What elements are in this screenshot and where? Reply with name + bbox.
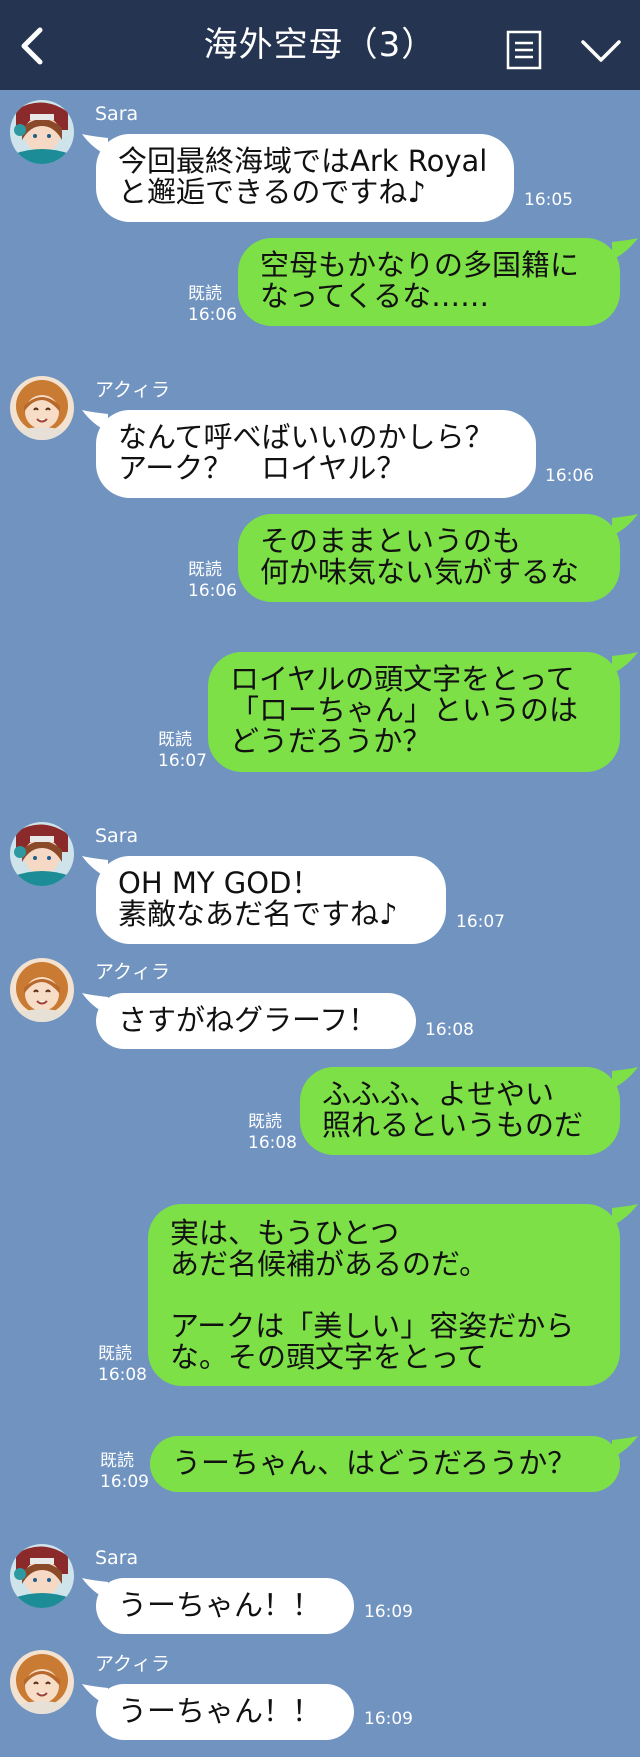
message-bubble[interactable]: OH MY GOD！ 素敵なあだ名ですね♪ <box>96 856 446 944</box>
message-time: 16:08 <box>425 1020 474 1040</box>
message-bubble[interactable]: ふふふ、よせやい 照れるというものだ <box>300 1067 620 1155</box>
message-time: 16:05 <box>524 190 573 210</box>
sender-name: アクィラ <box>95 961 171 983</box>
aquila-avatar[interactable] <box>10 376 74 440</box>
message-time: 16:06 <box>188 581 237 601</box>
message-time: 16:07 <box>456 912 505 932</box>
sara-avatar[interactable] <box>10 100 74 164</box>
message-time: 16:06 <box>545 466 594 486</box>
chevron-down-icon[interactable] <box>580 36 622 66</box>
chat-header: 海外空母（3） <box>0 0 640 90</box>
message-time: 16:08 <box>248 1133 297 1153</box>
message-bubble[interactable]: 実は、もうひとつ あだ名候補があるのだ。 アークは「美しい」容姿だから な。その… <box>148 1204 620 1386</box>
message-bubble[interactable]: ロイヤルの頭文字をとって 「ローちゃん」というのは どうだろうか？ <box>208 652 620 772</box>
sender-name: Sara <box>95 1547 139 1569</box>
sender-name: Sara <box>95 103 139 125</box>
sara-avatar[interactable] <box>10 822 74 886</box>
read-receipt: 既読 <box>188 560 222 580</box>
message-time: 16:06 <box>188 305 237 325</box>
menu-list-icon[interactable] <box>506 30 542 70</box>
message-time: 16:09 <box>364 1602 413 1622</box>
bubble-tail <box>612 1067 638 1089</box>
message-time: 16:08 <box>98 1365 147 1385</box>
message-bubble[interactable]: さすがねグラーフ！ <box>96 993 416 1049</box>
message-bubble[interactable]: なんて呼べばいいのかしら？ アーク？ ロイヤル？ <box>96 410 536 498</box>
bubble-tail <box>612 238 638 260</box>
message-bubble[interactable]: 空母もかなりの多国籍に なってくるな…… <box>238 238 620 326</box>
message-bubble[interactable]: うーちゃん！！ <box>96 1684 354 1740</box>
message-bubble[interactable]: 今回最終海域ではArk Royal と邂逅できるのですね♪ <box>96 134 514 222</box>
bubble-tail <box>612 652 638 674</box>
read-receipt: 既読 <box>188 284 222 304</box>
sara-avatar[interactable] <box>10 1544 74 1608</box>
chat-title: 海外空母（3） <box>203 25 437 65</box>
read-receipt: 既読 <box>248 1112 282 1132</box>
sender-name: アクィラ <box>95 379 171 401</box>
message-time: 16:09 <box>364 1709 413 1729</box>
read-receipt: 既読 <box>98 1344 132 1364</box>
bubble-tail <box>612 1204 638 1226</box>
sender-name: Sara <box>95 825 139 847</box>
bubble-tail <box>612 514 638 536</box>
read-receipt: 既読 <box>100 1451 134 1471</box>
message-bubble[interactable]: そのままというのも 何か味気ない気がするな <box>238 514 620 602</box>
aquila-avatar[interactable] <box>10 958 74 1022</box>
sender-name: アクィラ <box>95 1653 171 1675</box>
message-bubble[interactable]: うーちゃん、はどうだろうか？ <box>150 1436 620 1492</box>
message-time: 16:09 <box>100 1472 149 1492</box>
aquila-avatar[interactable] <box>10 1650 74 1714</box>
read-receipt: 既読 <box>158 730 192 750</box>
message-bubble[interactable]: うーちゃん！！ <box>96 1578 354 1634</box>
bubble-tail <box>612 1436 638 1458</box>
message-time: 16:07 <box>158 751 207 771</box>
